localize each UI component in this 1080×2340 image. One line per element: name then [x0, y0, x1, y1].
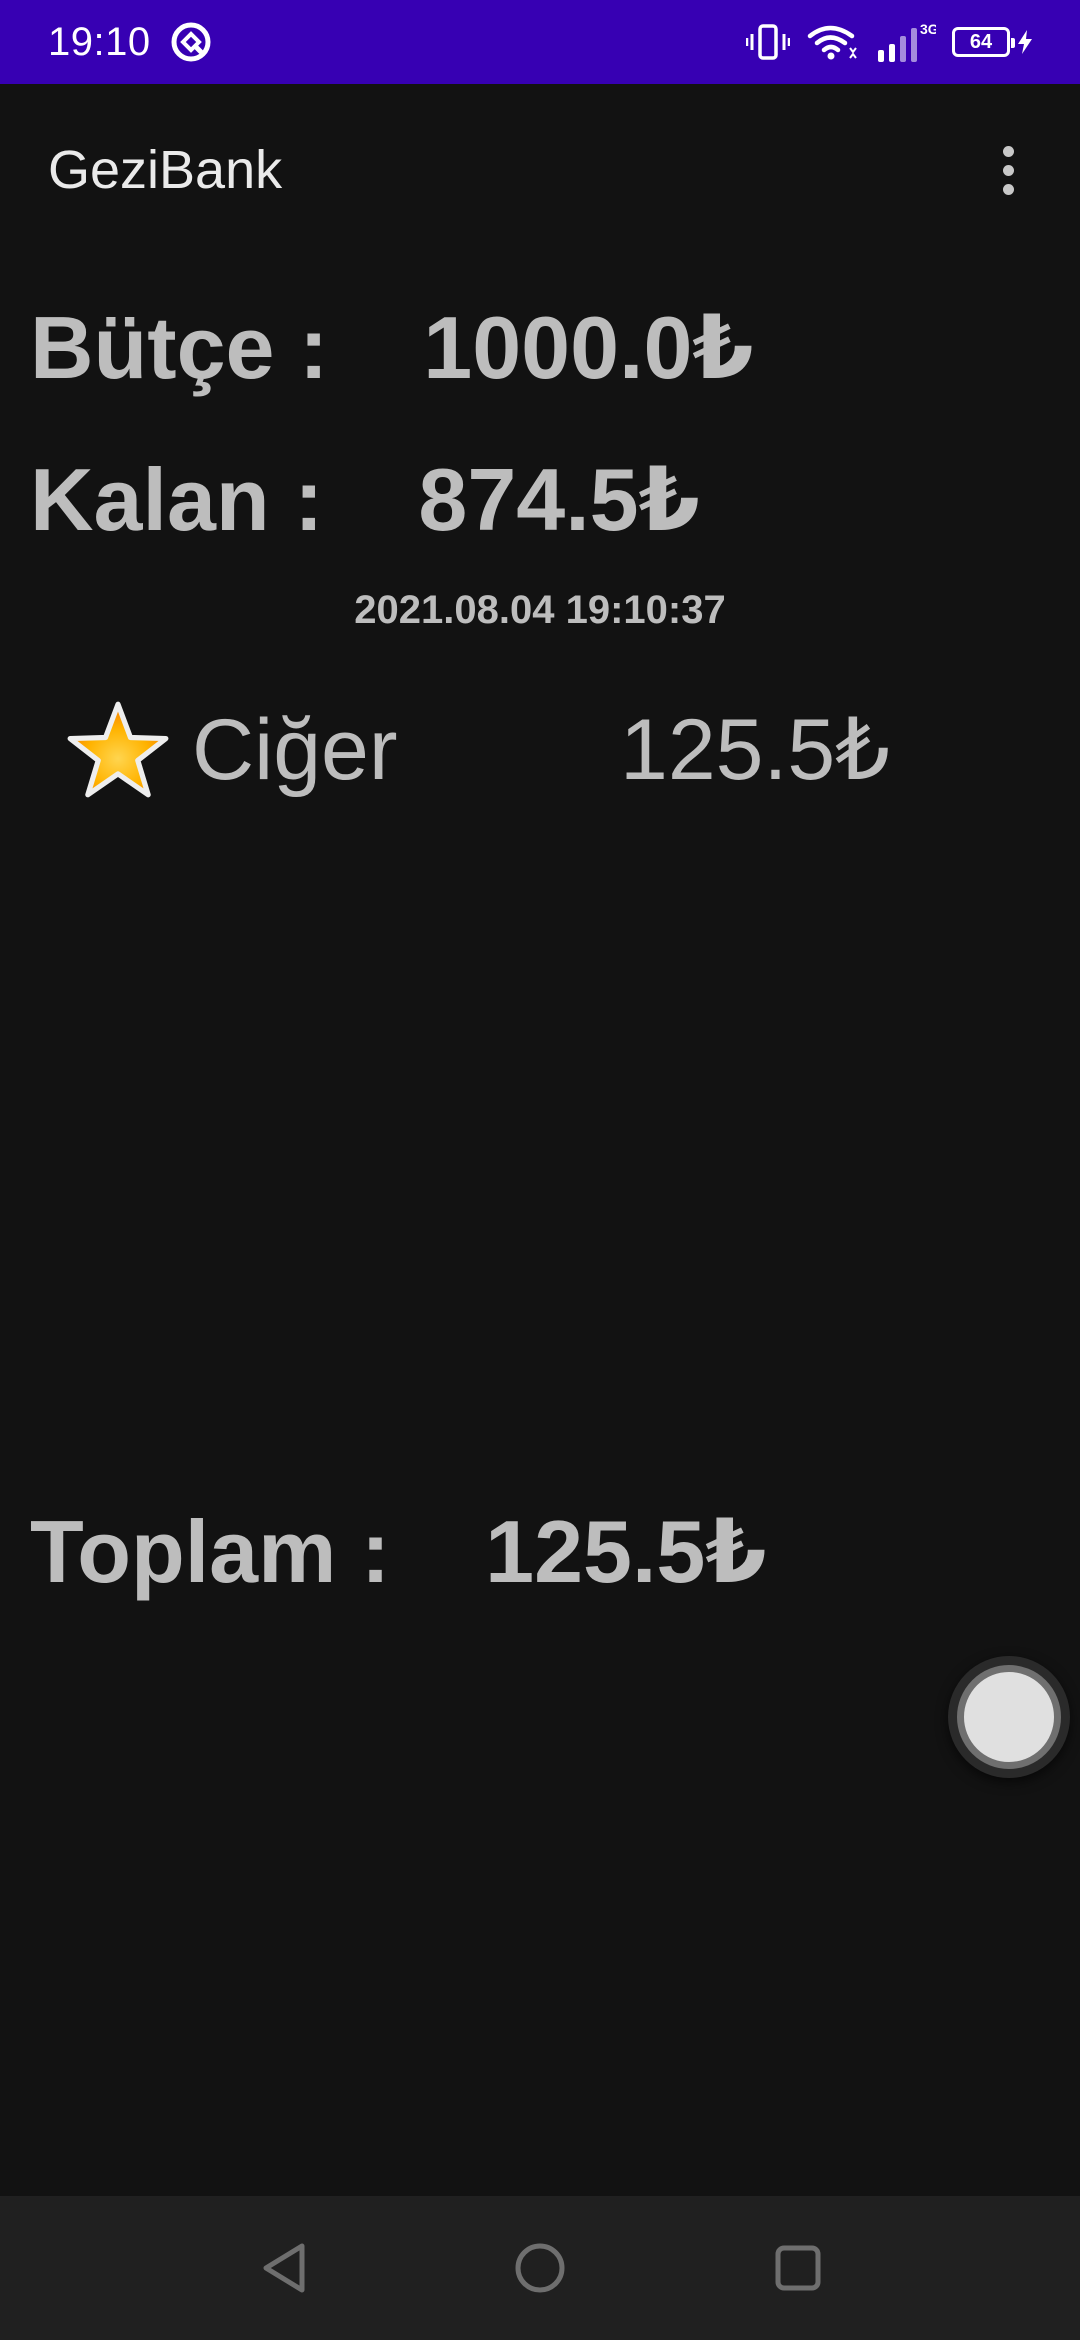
navigation-bar [0, 2196, 1080, 2340]
dot-icon [1002, 145, 1014, 157]
battery-icon: 64 [952, 27, 1015, 57]
wifi-icon [807, 25, 857, 60]
nav-recents-button[interactable] [756, 2226, 840, 2310]
circle-button-icon [957, 1665, 1061, 1769]
status-right: 3G 64 [746, 20, 1034, 64]
app-title: GeziBank [48, 140, 283, 200]
star-icon [67, 701, 169, 798]
remaining-row: Kalan : 874.5₺ [30, 448, 700, 551]
budget-row: Bütçe : 1000.0₺ [30, 296, 754, 399]
recents-icon [775, 2245, 821, 2291]
app-bar: GeziBank [0, 84, 1080, 256]
total-row: Toplam : 125.5₺ [30, 1500, 767, 1603]
battery-indicator: 64 [952, 27, 1034, 57]
expense-name: Ciğer [192, 701, 398, 798]
status-time: 19:10 [48, 19, 151, 64]
datetime-text: 2021.08.04 19:10:37 [0, 588, 1080, 633]
charging-icon [1018, 30, 1032, 54]
datetime-value: 2021.08.04 19:10:37 [354, 588, 726, 632]
total-value: 125.5₺ [485, 1502, 767, 1601]
dot-icon [1002, 164, 1014, 176]
signal-icon: 3G [878, 21, 936, 62]
home-icon [515, 2243, 565, 2293]
vibrate-icon [746, 24, 790, 60]
remaining-value: 874.5₺ [418, 450, 700, 549]
sync-icon [171, 22, 211, 62]
budget-label: Bütçe : [30, 297, 329, 397]
overflow-menu-button[interactable] [984, 130, 1032, 210]
total-label: Toplam : [30, 1501, 391, 1601]
dot-icon [1002, 183, 1014, 195]
nav-home-button[interactable] [498, 2226, 582, 2310]
floating-action-button[interactable] [948, 1656, 1070, 1778]
battery-level: 64 [969, 30, 993, 53]
budget-value: 1000.0₺ [423, 298, 754, 397]
status-left: 19:10 [48, 20, 213, 65]
nav-back-button[interactable] [242, 2226, 326, 2310]
remaining-label: Kalan : [30, 449, 324, 549]
status-bar: 19:10 3G 64 [0, 0, 1080, 84]
expense-list-item[interactable]: Ciğer 125.5₺ [66, 690, 986, 810]
svg-text:3G: 3G [920, 21, 936, 37]
expense-amount: 125.5₺ [620, 702, 890, 798]
back-icon [263, 2243, 305, 2293]
